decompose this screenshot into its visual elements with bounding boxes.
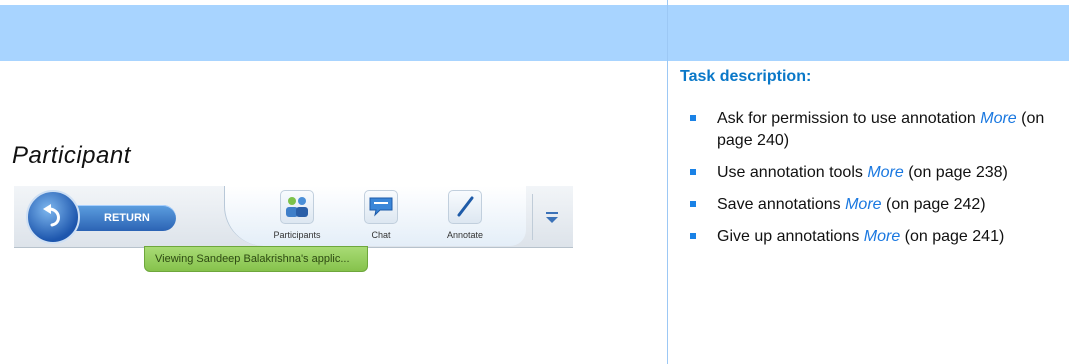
task-page-ref: (on page 242) <box>881 196 986 213</box>
task-panel: Task description: Ask for permission to … <box>667 0 1069 364</box>
participants-label: Participants <box>273 230 321 240</box>
menu-chevron-icon[interactable] <box>542 208 562 228</box>
task-text: Give up annotations <box>717 228 864 245</box>
top-strip <box>668 0 1069 5</box>
chat-label: Chat <box>371 230 391 240</box>
viewing-status-banner: Viewing Sandeep Balakrishna's applic... <box>144 246 368 272</box>
task-item: Save annotations More (on page 242) <box>668 194 1069 216</box>
bullet-icon <box>690 115 696 121</box>
task-page-ref: (on page 238) <box>903 164 1008 181</box>
task-description-heading: Task description: <box>680 68 812 85</box>
more-link[interactable]: More <box>864 228 900 245</box>
return-button[interactable]: RETURN <box>26 190 184 244</box>
task-text: Ask for permission to use annotation <box>717 110 981 127</box>
task-item: Use annotation tools More (on page 238) <box>668 162 1069 184</box>
task-item: Ask for permission to use annotation Mor… <box>668 108 1069 152</box>
task-list: Ask for permission to use annotation Mor… <box>668 108 1069 258</box>
task-text: Save annotations <box>717 196 846 213</box>
pen-icon <box>448 190 482 224</box>
chat-button[interactable]: Chat <box>344 190 418 246</box>
participants-icon <box>280 190 314 224</box>
task-page-ref: (on page 241) <box>900 228 1005 245</box>
more-link[interactable]: More <box>845 196 881 213</box>
participants-button[interactable]: Participants <box>260 190 334 246</box>
annotate-label: Annotate <box>446 230 484 240</box>
bullet-icon <box>690 233 696 239</box>
annotate-button[interactable]: Annotate <box>428 190 502 246</box>
toolbar-divider <box>532 194 533 240</box>
more-link[interactable]: More <box>867 164 903 181</box>
return-label: RETURN <box>64 205 176 231</box>
bullet-icon <box>690 201 696 207</box>
participant-label: Participant <box>12 142 131 169</box>
meeting-toolbar: RETURN Participants Chat Annotate Viewin… <box>14 186 573 282</box>
task-text: Use annotation tools <box>717 164 868 181</box>
chat-bubble-icon <box>364 190 398 224</box>
task-item: Give up annotations More (on page 241) <box>668 226 1069 248</box>
bullet-icon <box>690 169 696 175</box>
return-arrow-icon <box>26 190 80 244</box>
more-link[interactable]: More <box>980 110 1016 127</box>
